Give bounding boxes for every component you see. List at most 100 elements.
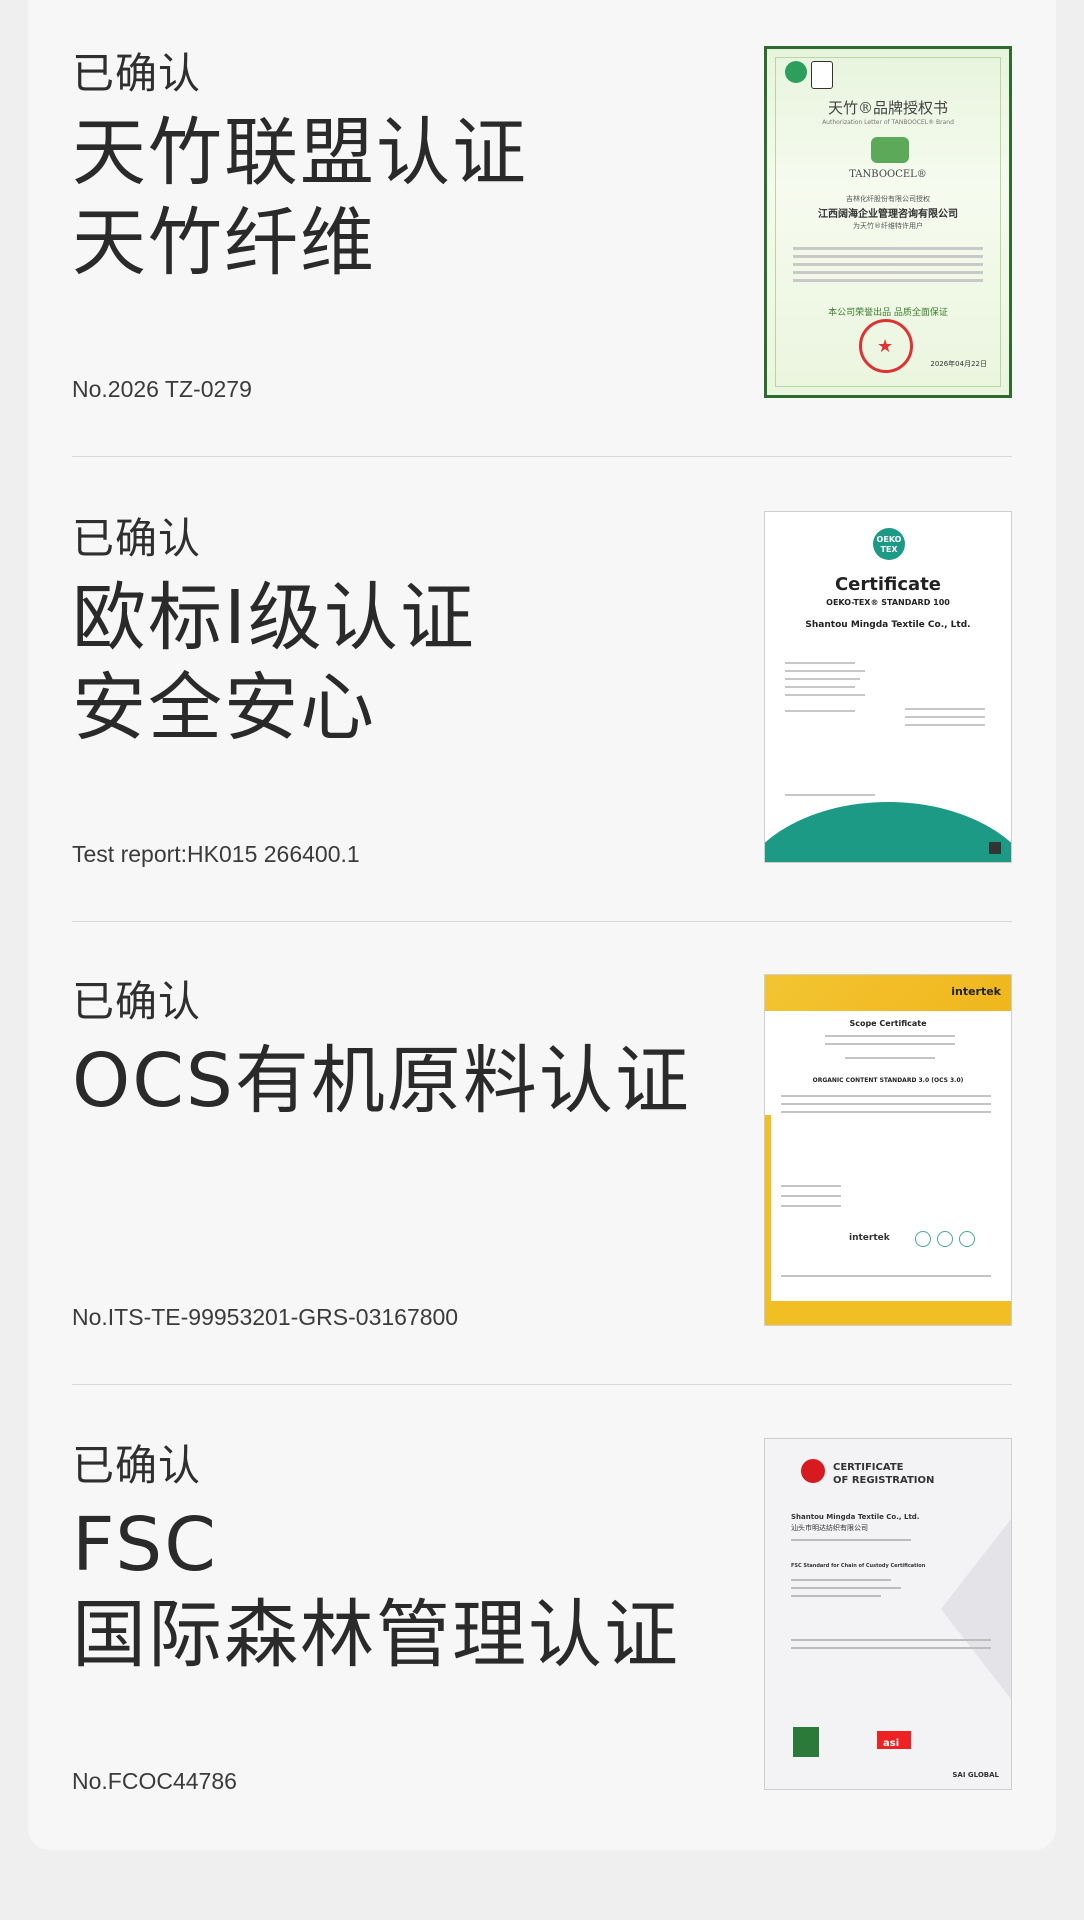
text-line xyxy=(793,263,983,266)
text-line xyxy=(793,279,983,282)
asi-logo-icon: asi xyxy=(877,1731,911,1749)
certificate-number: No.ITS-TE-99953201-GRS-03167800 xyxy=(72,1304,459,1330)
text-line xyxy=(791,1539,911,1541)
certification-title: OCS有机原料认证 xyxy=(72,1036,691,1126)
certification-mark-icon xyxy=(915,1231,931,1247)
star-icon: ★ xyxy=(877,336,894,357)
title-line: 欧标I级认证 xyxy=(72,575,476,661)
cert-standard: OEKO-TEX® STANDARD 100 xyxy=(826,598,950,607)
oeko-tex-certificate-image[interactable]: OEKO TEX Certificate OEKO-TEX® STANDARD … xyxy=(764,511,1012,863)
cert-title: CERTIFICATE OF REGISTRATION xyxy=(833,1461,934,1487)
text-line xyxy=(793,255,983,258)
certificate-number: No.FCOC44786 xyxy=(72,1768,237,1794)
section-divider xyxy=(72,456,1012,457)
title-line: 天竹联盟认证 xyxy=(72,110,528,196)
text-line xyxy=(825,1043,955,1045)
text-line xyxy=(785,678,860,680)
text-line xyxy=(785,694,865,696)
section-divider xyxy=(72,1384,1012,1385)
tanboocel-certificate-image[interactable]: 天竹®品牌授权书 Authorization Letter of TANBOOC… xyxy=(764,46,1012,398)
cert-company: Shantou Mingda Textile Co., Ltd. xyxy=(791,1513,920,1521)
oeko-tex-logo-icon: OEKO TEX xyxy=(873,528,905,560)
cert-title: Scope Certificate xyxy=(849,1019,927,1028)
certificate-card: 已确认 天竹联盟认证 天竹纤维 No.2026 TZ-0279 天竹®品牌授权书… xyxy=(28,0,1056,1850)
intertek-scope-certificate-image[interactable]: intertek Scope Certificate ORGANIC CONTE… xyxy=(764,974,1012,1326)
text-line xyxy=(781,1111,991,1113)
cert-issuer: 吉林化纤股份有限公司授权 xyxy=(846,195,930,203)
asi-label: asi xyxy=(883,1738,900,1749)
section-divider xyxy=(72,921,1012,922)
cert-footer: 本公司荣誉出品 品质全面保证 xyxy=(828,308,948,318)
organic-leaf-icon xyxy=(937,1231,953,1247)
text-line xyxy=(791,1587,901,1589)
text-line xyxy=(791,1647,991,1649)
text-line xyxy=(791,1639,991,1641)
title-line: FSC xyxy=(72,1502,218,1588)
text-line xyxy=(785,686,855,688)
title-line: 天竹纤维 xyxy=(72,200,376,286)
title-line: 安全安心 xyxy=(72,665,376,751)
certificate-number: No.2026 TZ-0279 xyxy=(72,376,252,402)
text-line xyxy=(785,710,855,712)
certification-title: 天竹联盟认证 天竹纤维 xyxy=(72,108,528,288)
certification-section-oeko-tex: 已确认 欧标I级认证 安全安心 Test report:HK015 266400… xyxy=(72,465,1012,931)
text-line xyxy=(781,1195,841,1197)
certification-section-ocs: 已确认 OCS有机原料认证 No.ITS-TE-99953201-GRS-031… xyxy=(72,928,1012,1394)
cert-title: 天竹®品牌授权书 xyxy=(827,99,948,117)
cert-title-line: CERTIFICATE xyxy=(833,1462,904,1473)
test-report-number: Test report:HK015 266400.1 xyxy=(72,841,360,867)
sai-global-label: SAI GLOBAL xyxy=(952,1771,999,1779)
cert-brand: TANBOOCEL® xyxy=(849,169,927,180)
confirmed-label: 已确认 xyxy=(72,977,202,1026)
text-line xyxy=(905,708,985,710)
text-line xyxy=(793,271,983,274)
text-line xyxy=(793,247,983,250)
sai-global-logo-icon xyxy=(801,1459,825,1483)
confirmed-label: 已确认 xyxy=(72,514,202,563)
cert-title: Certificate xyxy=(834,574,942,595)
certification-title: FSC 国际森林管理认证 xyxy=(72,1500,680,1680)
text-line xyxy=(781,1205,841,1207)
text-line xyxy=(781,1095,991,1097)
text-line xyxy=(825,1035,955,1037)
cert-role: 为天竹®纤维特许用户 xyxy=(853,222,923,230)
fsc-certificate-image[interactable]: CERTIFICATE OF REGISTRATION Shantou Ming… xyxy=(764,1438,1012,1790)
cert-standard: ORGANIC CONTENT STANDARD 3.0 (OCS 3.0) xyxy=(812,1077,964,1084)
fsc-badge-icon xyxy=(811,61,833,89)
text-line xyxy=(785,670,865,672)
title-line: 国际森林管理认证 xyxy=(72,1592,680,1678)
text-line xyxy=(791,1595,881,1597)
yellow-footer-band xyxy=(765,1301,1011,1325)
text-line xyxy=(781,1275,991,1277)
oeko-tex-badge-icon xyxy=(785,61,807,83)
certification-section-fsc: 已确认 FSC 国际森林管理认证 No.FCOC44786 CERTIFICAT… xyxy=(72,1392,1012,1858)
cert-standard: FSC Standard for Chain of Custody Certif… xyxy=(791,1563,926,1569)
organic-plant-icon xyxy=(959,1231,975,1247)
text-line xyxy=(781,1185,841,1187)
fsc-logo-icon xyxy=(793,1727,819,1757)
text-line xyxy=(845,1057,935,1059)
qr-code-icon xyxy=(989,842,1001,854)
certification-title: 欧标I级认证 安全安心 xyxy=(72,573,476,753)
certification-section-tanboocel: 已确认 天竹联盟认证 天竹纤维 No.2026 TZ-0279 天竹®品牌授权书… xyxy=(72,0,1012,466)
confirmed-label: 已确认 xyxy=(72,1441,202,1490)
cert-title-line: OF REGISTRATION xyxy=(833,1475,935,1486)
text-line xyxy=(791,1579,891,1581)
teal-wave-decoration xyxy=(765,802,1011,862)
yellow-side-band xyxy=(765,1115,771,1325)
cert-subtitle: Authorization Letter of TANBOOCEL® Brand xyxy=(822,119,954,126)
confirmed-label: 已确认 xyxy=(72,49,202,98)
title-line: OCS有机原料认证 xyxy=(72,1038,691,1124)
tanboocel-logo-icon xyxy=(871,137,909,163)
text-line xyxy=(785,662,855,664)
intertek-logo-icon: intertek xyxy=(951,985,1001,998)
cert-company: 江西阔海企业管理咨询有限公司 xyxy=(818,209,958,220)
text-line xyxy=(905,716,985,718)
text-line xyxy=(781,1103,991,1105)
cert-company: Shantou Mingda Textile Co., Ltd. xyxy=(805,620,971,630)
chevron-decoration xyxy=(941,1519,1011,1699)
intertek-mark: intertek xyxy=(849,1233,890,1243)
cert-company-cn: 汕头市明达纺织有限公司 xyxy=(791,1524,868,1532)
cert-date: 2026年04月22日 xyxy=(930,360,987,368)
text-line xyxy=(785,794,875,796)
